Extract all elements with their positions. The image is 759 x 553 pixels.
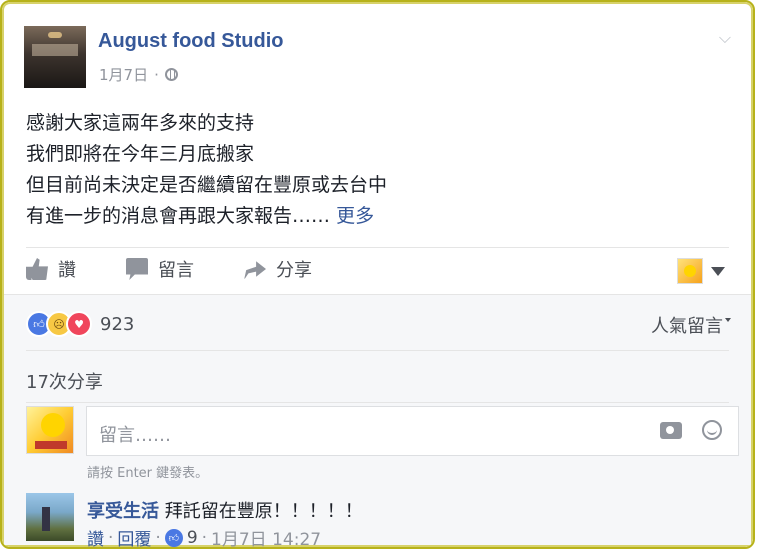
post-line: 有進一步的消息會再跟大家報告…… 更多 <box>26 201 387 232</box>
actor-selector[interactable] <box>677 258 725 284</box>
comment-button[interactable]: 留言 <box>126 256 194 282</box>
comment-like-link[interactable]: 讚 <box>87 525 104 547</box>
comment-label: 留言 <box>158 260 194 281</box>
comment-like-count[interactable]: 9 <box>187 528 198 548</box>
share-count-link[interactable]: 17次分享 <box>26 368 103 394</box>
share-arrow-icon <box>244 261 266 280</box>
camera-icon[interactable] <box>660 422 682 439</box>
chevron-down-icon[interactable]: ⌵ <box>719 28 731 48</box>
reaction-count: 923 <box>100 313 135 335</box>
page-avatar[interactable] <box>24 26 86 88</box>
action-bar: 讚 留言 分享 <box>26 256 362 282</box>
actor-avatar <box>677 258 703 284</box>
post-line: 感謝大家這兩年多來的支持 <box>26 112 255 134</box>
comment-text: 拜託留在豐原！！！！！ <box>164 501 363 522</box>
comment-timestamp[interactable]: 1月7日 14:27 <box>211 525 321 547</box>
meta-separator: · <box>155 527 161 548</box>
reaction-summary[interactable]: 👍︎ ☹ ♥ 923 <box>26 311 134 337</box>
comment-reply-link[interactable]: 回覆 <box>117 525 151 547</box>
comment-sort-dropdown[interactable]: 人氣留言 <box>651 312 731 338</box>
divider <box>26 350 729 351</box>
post-text: 感謝大家這兩年多來的支持 我們即將在今年三月底搬家 但目前尚未決定是否繼續留在豐… <box>26 108 387 232</box>
avatar-sun <box>41 413 65 437</box>
post-line: 但目前尚未決定是否繼續留在豐原或去台中 <box>26 174 388 196</box>
avatar-tag <box>35 441 67 449</box>
see-more-link[interactable]: 更多 <box>336 205 374 227</box>
share-button[interactable]: 分享 <box>244 256 312 282</box>
meta-separator: · <box>154 65 159 84</box>
sort-label: 人氣留言 <box>651 316 723 337</box>
avatar-sign <box>32 44 78 56</box>
post-card: August food Studio 1月7日 · ⌵ 感謝大家這兩年多來的支持… <box>0 0 755 549</box>
divider <box>26 402 729 403</box>
post-date[interactable]: 1月7日 <box>99 64 148 85</box>
comment-author[interactable]: 享受生活 <box>87 501 159 522</box>
share-label: 分享 <box>276 260 312 281</box>
page-name-link[interactable]: August food Studio <box>98 30 284 53</box>
enter-hint: 請按 Enter 鍵發表。 <box>87 466 209 481</box>
like-label: 讚 <box>58 260 76 281</box>
post-line: 我們即將在今年三月底搬家 <box>26 143 255 165</box>
meta-separator: · <box>108 527 114 548</box>
composer-avatar <box>26 406 74 454</box>
divider <box>4 294 751 295</box>
meta-separator: · <box>201 527 208 548</box>
love-reaction-icon: ♥ <box>66 311 92 337</box>
like-button[interactable]: 讚 <box>26 256 76 282</box>
globe-icon <box>164 68 178 81</box>
comment-body: 享受生活 拜託留在豐原！！！！！ <box>87 497 363 523</box>
comment-input[interactable]: 留言…… <box>86 406 739 456</box>
thumbs-up-icon <box>26 258 48 280</box>
comment-meta: 讚 · 回覆 · 👍︎ 9 · 1月7日 14:27 <box>87 525 321 548</box>
like-reaction-icon: 👍︎ <box>164 528 183 547</box>
post-line-text: 有進一步的消息會再跟大家報告…… <box>26 205 331 227</box>
caret-down-icon <box>725 318 731 322</box>
avatar-lamp <box>48 32 62 38</box>
comment-placeholder: 留言…… <box>99 425 171 446</box>
avatar-figure <box>42 507 50 531</box>
post-meta: 1月7日 · <box>99 64 178 85</box>
commenter-avatar[interactable] <box>26 493 74 541</box>
comment-icon <box>126 258 148 280</box>
caret-down-icon <box>711 266 725 276</box>
emoji-icon[interactable] <box>702 420 722 440</box>
divider <box>26 247 729 248</box>
